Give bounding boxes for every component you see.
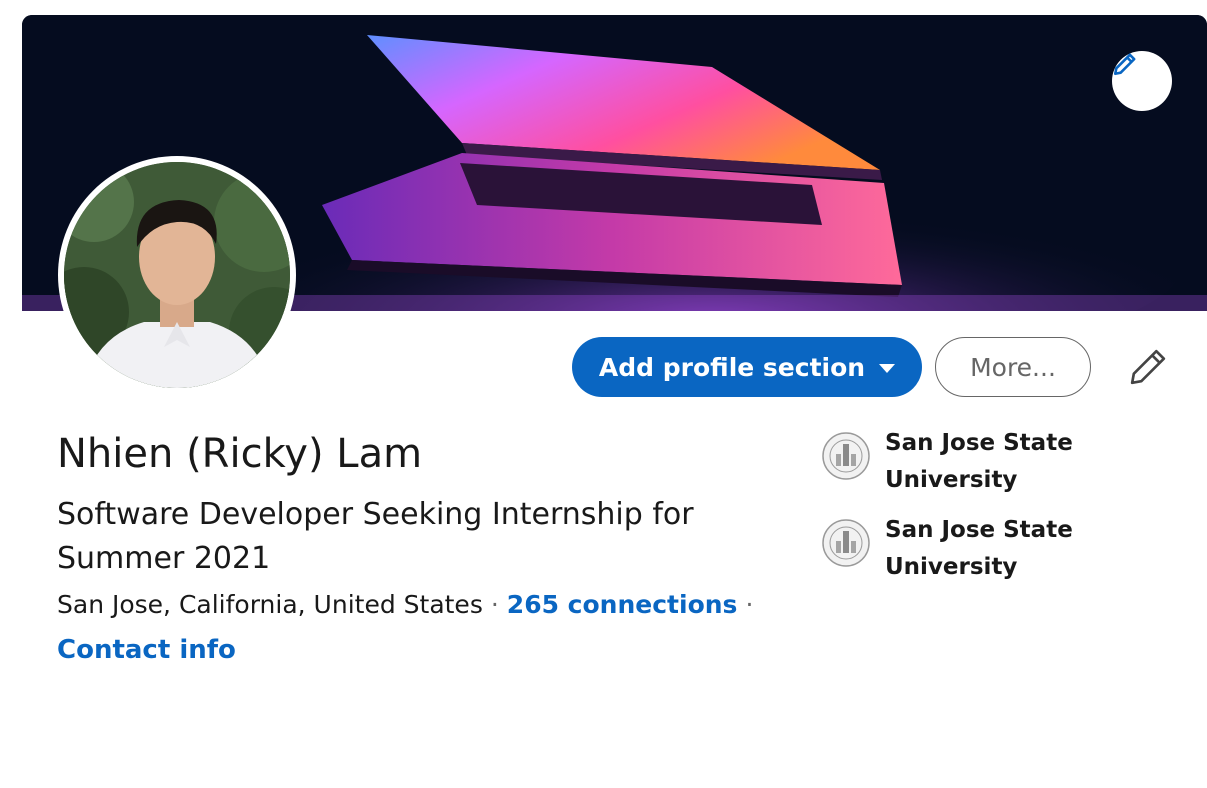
separator: ·: [745, 590, 754, 619]
more-button[interactable]: More...: [935, 337, 1091, 397]
profile-photo[interactable]: [58, 156, 296, 394]
sjsu-seal-icon: [822, 519, 870, 567]
school-name: San Jose State University: [885, 517, 1073, 580]
edit-intro-button[interactable]: [1118, 337, 1178, 397]
connections-link[interactable]: 265 connections: [507, 590, 738, 619]
add-profile-section-button[interactable]: Add profile section: [572, 337, 922, 397]
pencil-icon: [1113, 53, 1136, 76]
location-line: San Jose, California, United States · 265 …: [57, 590, 817, 619]
pencil-icon: [1130, 349, 1166, 385]
education-item[interactable]: San Jose State University: [822, 425, 1202, 495]
profile-location: San Jose, California, United States: [57, 590, 483, 619]
avatar: [64, 162, 290, 388]
add-profile-section-label: Add profile section: [598, 352, 866, 382]
contact-info-link[interactable]: Contact info: [57, 635, 236, 665]
education-item[interactable]: San Jose State University: [822, 512, 1202, 582]
school-name: San Jose State University: [885, 430, 1073, 493]
profile-top-card: Add profile section More... Nhien (Ricky…: [22, 15, 1207, 788]
separator: ·: [490, 590, 499, 619]
caret-down-icon: [879, 364, 896, 373]
profile-headline: Software Developer Seeking Internship fo…: [57, 497, 694, 576]
edit-banner-button[interactable]: [1112, 51, 1172, 111]
profile-name: Nhien (Ricky) Lam: [57, 431, 423, 477]
more-label: More...: [970, 352, 1056, 382]
sjsu-seal-icon: [822, 432, 870, 480]
